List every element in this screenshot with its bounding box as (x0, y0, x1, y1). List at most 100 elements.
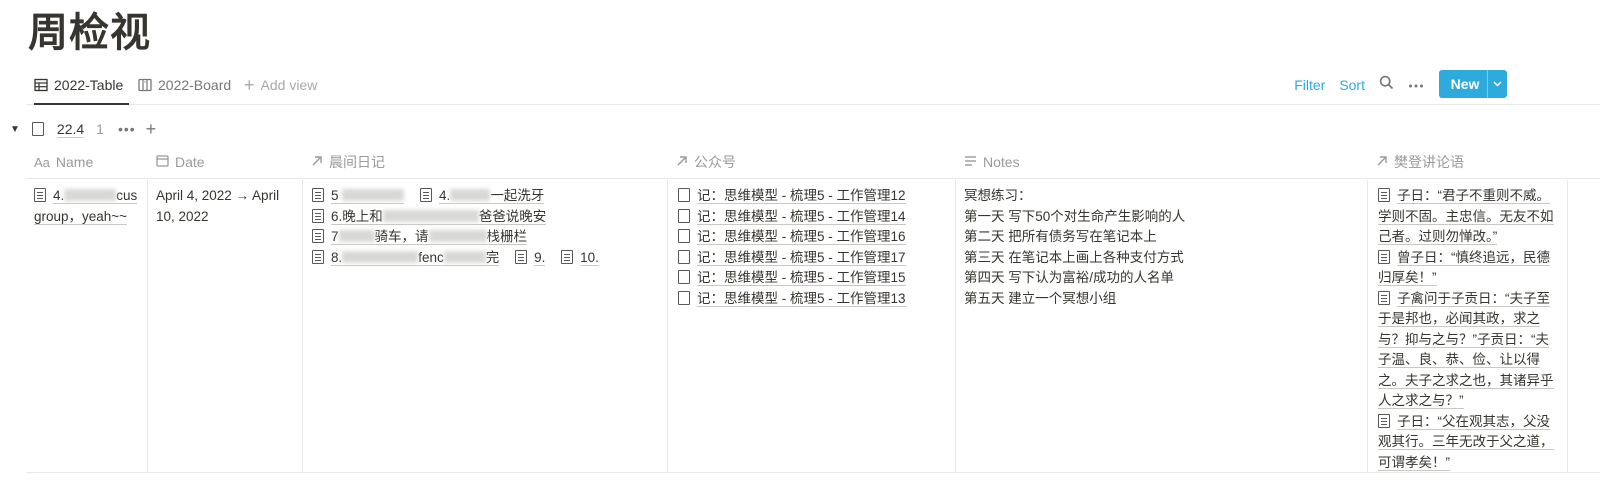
page-icon (312, 249, 324, 264)
group-add-icon[interactable]: + (146, 119, 157, 140)
page-icon (678, 188, 690, 202)
redacted-text (342, 250, 419, 263)
page-icon (1378, 188, 1390, 202)
add-view-button[interactable]: + Add view (244, 66, 317, 104)
page-title: 周检视 (28, 11, 151, 55)
column-header-name[interactable]: Aa Name (26, 146, 148, 179)
table-icon (34, 78, 48, 92)
redacted-text (342, 189, 405, 201)
column-header-label: 樊登讲论语 (1394, 154, 1464, 170)
relation-item[interactable]: 5 (312, 188, 405, 204)
column-divider (302, 180, 303, 472)
text-lines-icon (964, 155, 977, 170)
redacted-text (443, 250, 486, 263)
page-icon (515, 249, 528, 264)
page-icon (678, 270, 690, 284)
relation-item[interactable]: 9. (515, 249, 546, 266)
relation-item[interactable]: 子日：“父在观其志，父没观其行。三年无改于父之道，可谓孝矣！” (1378, 412, 1562, 473)
relation-item[interactable]: 记：思维模型 - 梳理5 - 工作管理13 (678, 289, 950, 310)
notes-line: 第三天 在笔记本上画上各种支付方式 (964, 249, 1184, 265)
page-icon (561, 249, 574, 264)
chevron-down-icon[interactable] (1487, 70, 1507, 98)
table-row-date-cell[interactable]: April 4, 2022 → April 10, 2022 (156, 180, 296, 472)
row-divider (26, 472, 1600, 473)
notes-line: 第四天 写下认为富裕/成功的人名单 (964, 270, 1175, 285)
text-type-icon: Aa (34, 154, 50, 170)
page-icon (678, 249, 690, 264)
redacted-text (382, 209, 479, 222)
relation-line: 7 骑车，请 栈栅栏 (312, 227, 662, 248)
tab-label: 2022-Board (158, 77, 232, 93)
page-icon (1378, 290, 1390, 305)
table-row-name-cell[interactable]: 4. cus group，yeah~~ (34, 180, 142, 472)
relation-item[interactable]: 曾子日：“慎终追远，民德归厚矣！” (1378, 248, 1562, 289)
new-button[interactable]: New (1439, 70, 1507, 98)
collapse-triangle-icon[interactable]: ▼ (10, 124, 20, 135)
relation-item[interactable]: 记：思维模型 - 梳理5 - 工作管理14 (678, 207, 950, 228)
relation-item[interactable]: 6.晚上和 爸爸说晚安 (312, 208, 547, 225)
search-icon[interactable] (1379, 75, 1394, 95)
tab-2022-board[interactable]: 2022-Board (138, 66, 231, 104)
page-icon (678, 229, 690, 243)
notes-line: 第二天 把所有债务写在笔记本上 (964, 229, 1157, 244)
redacted-text (428, 230, 487, 242)
calendar-icon (156, 154, 169, 170)
tab-2022-table[interactable]: 2022-Table (34, 66, 130, 105)
column-divider (667, 180, 668, 472)
relation-item[interactable]: 子禽问于子贡日：“夫子至于是邦也，必闻其政，求之与？抑与之与？”子贡日：“夫子温… (1378, 289, 1562, 412)
page-icon (1378, 249, 1390, 264)
relation-item[interactable]: 10. (561, 249, 599, 266)
column-header-wechat[interactable]: 公众号 (668, 146, 956, 179)
relation-item[interactable]: 记：思维模型 - 梳理5 - 工作管理15 (678, 268, 950, 289)
group-header: ▼ 22.4 1 ••• + (10, 118, 156, 140)
column-header-label: 晨间日记 (329, 154, 385, 170)
relation-item[interactable]: 7 骑车，请 栈栅栏 (312, 229, 528, 245)
more-icon[interactable] (1408, 76, 1424, 94)
column-header-date[interactable]: Date (148, 146, 303, 179)
column-divider (1567, 180, 1568, 472)
notes-line: 第一天 写下50个对生命产生影响的人 (964, 208, 1186, 224)
filter-button[interactable]: Filter (1294, 77, 1325, 93)
column-header-analects[interactable]: 樊登讲论语 (1368, 146, 1600, 179)
relation-line: 5 4. 一起洗牙 (312, 186, 662, 207)
row-title[interactable]: 4. cus group，yeah~~ (34, 188, 138, 225)
table-row-morning-diary-cell[interactable]: 5 4. 一起洗牙 6.晚上和 爸爸说晚安 7 骑车，请 栈栅栏 8. fenc 完 9. … (312, 180, 662, 472)
page-icon (34, 188, 46, 202)
notes-line: 第五天 建立一个冥想小组 (964, 290, 1117, 306)
page-icon (31, 122, 44, 136)
relation-item[interactable]: 记：思维模型 - 梳理5 - 工作管理12 (678, 186, 950, 207)
group-count: 1 (96, 121, 104, 137)
relation-item[interactable]: 子日：“君子不重则不威。学则不固。主忠信。无友不如己者。过则勿惮改。” (1378, 186, 1562, 248)
view-bar: 2022-Table 2022-Board + Add view Filter … (26, 66, 1600, 105)
notes-line: 冥想练习： (964, 188, 1032, 203)
new-button-label: New (1450, 76, 1480, 92)
column-header-morning-diary[interactable]: 晨间日记 (303, 146, 668, 179)
redacted-text (338, 230, 375, 242)
group-more-icon[interactable]: ••• (118, 121, 136, 137)
group-name[interactable]: 22.4 (56, 121, 85, 138)
relation-item[interactable]: 记：思维模型 - 梳理5 - 工作管理16 (678, 227, 950, 248)
table-row-wechat-cell[interactable]: 记：思维模型 - 梳理5 - 工作管理12 记：思维模型 - 梳理5 - 工作管… (678, 180, 950, 472)
page-icon (678, 208, 690, 223)
date-range: April 4, 2022 → April 10, 2022 (156, 188, 280, 224)
column-header-notes[interactable]: Notes (956, 146, 1368, 179)
column-header-label: Notes (983, 154, 1020, 170)
page-icon (312, 229, 324, 243)
sort-button[interactable]: Sort (1339, 77, 1365, 93)
relation-item[interactable]: 记：思维模型 - 梳理5 - 工作管理17 (678, 248, 950, 269)
relation-item[interactable]: 4. 一起洗牙 (420, 188, 545, 204)
page-icon (420, 188, 433, 202)
relation-item[interactable]: 8. fenc 完 (312, 249, 500, 266)
board-icon (138, 78, 152, 92)
page-icon (312, 188, 324, 202)
column-header-label: Date (175, 154, 205, 170)
page-icon (312, 208, 324, 223)
column-header-label: Name (55, 154, 94, 170)
relation-arrow-icon (676, 155, 688, 170)
relation-arrow-icon (1376, 155, 1388, 170)
table-row-analects-cell[interactable]: 子日：“君子不重则不威。学则不固。主忠信。无友不如己者。过则勿惮改。” 曾子日：… (1378, 180, 1562, 472)
column-divider (1367, 180, 1368, 472)
plus-icon: + (244, 75, 255, 95)
table-row-notes-cell[interactable]: 冥想练习： 第一天 写下50个对生命产生影响的人 第二天 把所有债务写在笔记本上… (964, 180, 1362, 472)
column-divider (955, 180, 956, 472)
